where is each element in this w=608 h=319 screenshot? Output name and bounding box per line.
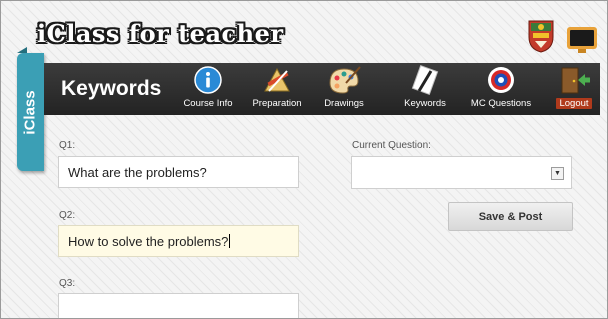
q1-label: Q1: bbox=[59, 140, 76, 151]
q2-label: Q2: bbox=[59, 210, 76, 221]
info-icon bbox=[194, 66, 222, 94]
logout-button[interactable]: Logout bbox=[539, 65, 607, 113]
page-title: Keywords bbox=[61, 77, 162, 100]
drawings-label: Drawings bbox=[324, 98, 364, 109]
chevron-down-icon[interactable]: ▼ bbox=[551, 167, 564, 180]
side-tab-label: iClass bbox=[22, 89, 40, 135]
preparation-button[interactable]: Preparation bbox=[242, 65, 312, 113]
exit-door-icon bbox=[561, 67, 590, 94]
keywords-label: Keywords bbox=[404, 98, 446, 109]
save-post-button[interactable]: Save & Post bbox=[448, 202, 573, 231]
course-info-button[interactable]: Course Info bbox=[173, 65, 243, 113]
keywords-button[interactable]: Keywords bbox=[390, 65, 460, 113]
q1-input[interactable]: What are the problems? bbox=[58, 156, 299, 188]
target-icon bbox=[488, 67, 514, 93]
mc-questions-label: MC Questions bbox=[470, 98, 532, 109]
paint-palette-icon bbox=[329, 66, 361, 94]
course-info-label: Course Info bbox=[183, 98, 233, 109]
q1-value: What are the problems? bbox=[68, 164, 207, 180]
pencil-note-icon bbox=[411, 65, 439, 95]
drawings-button[interactable]: Drawings bbox=[309, 65, 379, 113]
iclass-side-tab[interactable]: iClass bbox=[17, 53, 44, 171]
app-window: iClass for teacher iClass Keywords Cours… bbox=[0, 0, 608, 319]
app-logo: iClass for teacher bbox=[37, 19, 284, 48]
logout-label: Logout bbox=[556, 98, 592, 109]
text-cursor bbox=[229, 234, 231, 248]
monitor-icon[interactable] bbox=[566, 26, 598, 54]
university-crest-icon bbox=[528, 20, 554, 53]
current-question-label: Current Question: bbox=[352, 140, 431, 151]
q2-value: How to solve the problems? bbox=[68, 233, 229, 249]
current-question-select[interactable]: ▼ bbox=[351, 156, 572, 189]
drafting-tools-icon bbox=[264, 67, 290, 92]
q2-input[interactable]: How to solve the problems? bbox=[58, 225, 299, 257]
q3-label: Q3: bbox=[59, 278, 76, 289]
q3-input[interactable] bbox=[58, 293, 299, 318]
toolbar: Keywords Course Info Preparation Drawing… bbox=[44, 63, 600, 115]
mc-questions-button[interactable]: MC Questions bbox=[466, 65, 536, 113]
preparation-label: Preparation bbox=[252, 98, 302, 109]
